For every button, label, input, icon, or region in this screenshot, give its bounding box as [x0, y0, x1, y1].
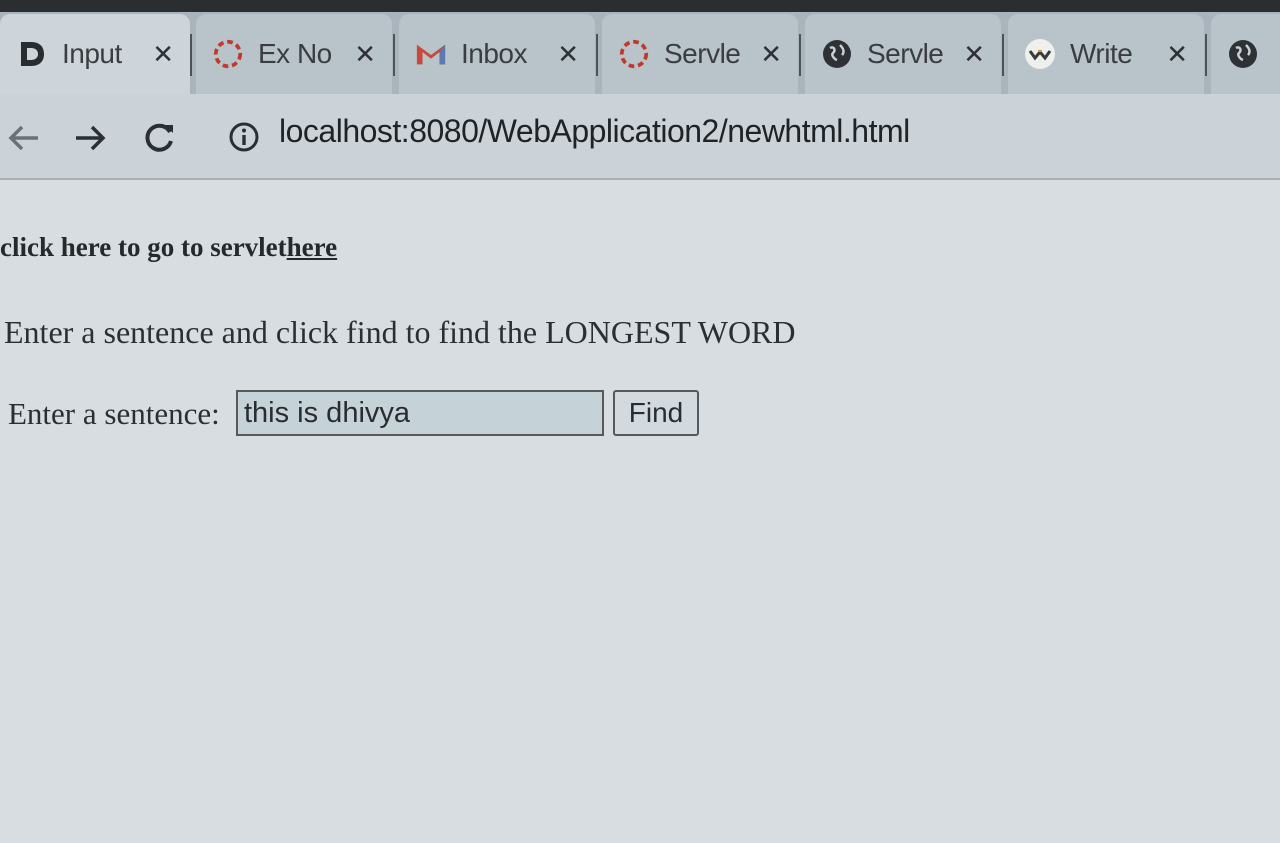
window-frame: [0, 0, 1280, 12]
tab-label: Servle: [664, 38, 741, 69]
servlet-text: click here to go to servlet: [0, 232, 287, 262]
tab-separator: [393, 34, 395, 76]
close-icon[interactable]: ✕: [354, 39, 376, 70]
tab-partial[interactable]: [1211, 14, 1280, 94]
reload-icon: [145, 123, 173, 152]
spinner-icon: [212, 38, 244, 70]
tab-servlet-2[interactable]: Servle ✕: [805, 14, 1001, 94]
spinner-icon: [618, 38, 650, 70]
page-content: click here to go to servlethere Enter a …: [0, 182, 1280, 843]
tab-separator: [1205, 34, 1207, 76]
forward-button[interactable]: [68, 116, 112, 160]
tab-ex-no[interactable]: Ex No ✕: [196, 14, 392, 94]
tab-separator: [596, 34, 598, 76]
browser-toolbar: localhost:8080/WebApplication2/newhtml.h…: [0, 94, 1280, 180]
write-logo-icon: [1024, 38, 1056, 70]
close-icon[interactable]: ✕: [963, 39, 985, 70]
tab-input[interactable]: Input ✕: [0, 14, 190, 94]
servlet-link[interactable]: here: [287, 232, 337, 262]
close-icon[interactable]: ✕: [557, 39, 579, 70]
address-bar-url[interactable]: localhost:8080/WebApplication2/newhtml.h…: [279, 113, 910, 150]
tab-write[interactable]: Write ✕: [1008, 14, 1204, 94]
globe-icon: [1227, 38, 1259, 70]
instruction-text: Enter a sentence and click find to find …: [4, 314, 796, 350]
back-button[interactable]: [2, 116, 46, 160]
find-button[interactable]: Find: [613, 390, 699, 436]
back-arrow-icon: [8, 125, 38, 151]
tab-separator: [799, 34, 801, 76]
tab-separator: [1002, 34, 1004, 76]
sentence-input[interactable]: [236, 390, 604, 436]
tab-label: Write: [1070, 38, 1133, 69]
site-info-icon[interactable]: [228, 121, 260, 153]
tab-label: Inbox: [461, 38, 527, 69]
tab-separator: [190, 34, 192, 76]
reload-button[interactable]: [138, 116, 182, 160]
tab-inbox[interactable]: Inbox ✕: [399, 14, 595, 94]
close-icon[interactable]: ✕: [760, 39, 782, 70]
tab-label: Input: [62, 38, 122, 69]
tab-label: Ex No: [258, 38, 332, 69]
close-icon[interactable]: ✕: [1166, 39, 1188, 70]
tab-strip: Input ✕ Ex No ✕ Inbox ✕ Servle ✕ Servle …: [0, 0, 1280, 94]
forward-arrow-icon: [76, 125, 106, 151]
d-letter-icon: [16, 38, 48, 70]
sentence-label: Enter a sentence:: [8, 396, 220, 431]
gmail-icon: [415, 38, 447, 70]
servlet-link-line: click here to go to servlethere: [0, 232, 337, 263]
tab-servlet-1[interactable]: Servle ✕: [602, 14, 798, 94]
tab-label: Servle: [867, 38, 944, 69]
close-icon[interactable]: ✕: [152, 39, 174, 70]
globe-icon: [821, 38, 853, 70]
